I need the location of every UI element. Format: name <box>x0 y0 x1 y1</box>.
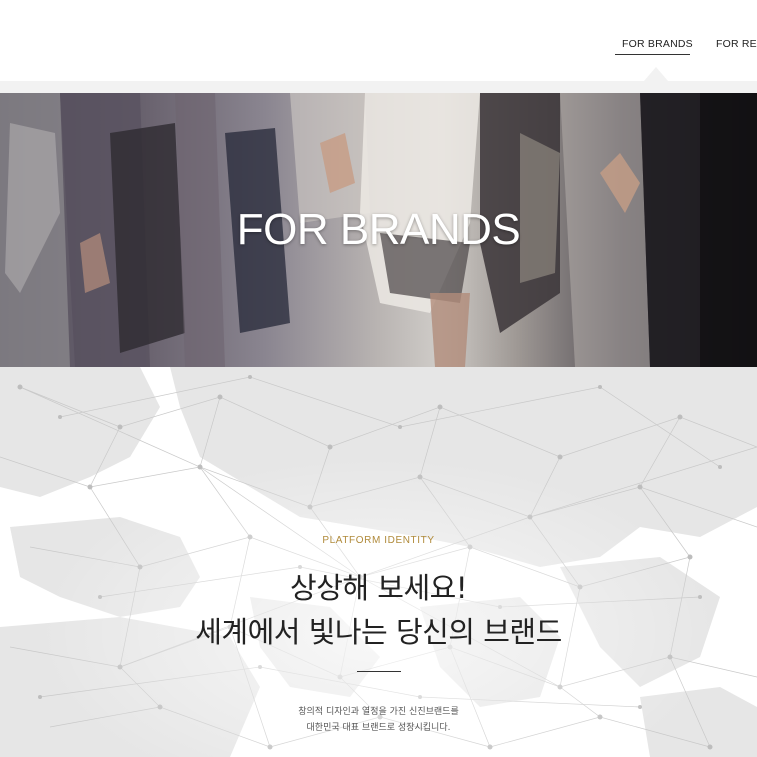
nav-item-for-brands[interactable]: FOR BRANDS <box>615 38 693 55</box>
nav-item-for-retailers[interactable]: FOR RETA <box>716 38 757 50</box>
nav-divider-band <box>0 81 757 93</box>
description-line-2: 대한민국 대표 브랜드로 성장시킵니다. <box>306 723 451 733</box>
description-line-1: 창의적 디자인과 열정을 가진 신진브랜드를 <box>298 707 459 717</box>
active-tab-pointer-icon <box>644 67 668 81</box>
world-network-map-image <box>0 367 757 757</box>
hero-banner: FOR BRANDS <box>0 93 757 367</box>
hero-title: FOR BRANDS <box>236 205 521 254</box>
section-eyebrow: PLATFORM IDENTITY <box>322 535 435 546</box>
page: FOR BRANDS FOR RETA FOR BR <box>0 0 757 757</box>
headline-divider <box>357 671 401 672</box>
headline-line-2: 세계에서 빛나는 당신의 브랜드 <box>195 615 562 649</box>
platform-identity-section: PLATFORM IDENTITY 상상해 보세요! 세계에서 빛나는 당신의 … <box>0 367 757 757</box>
headline-line-1: 상상해 보세요! <box>290 571 467 605</box>
